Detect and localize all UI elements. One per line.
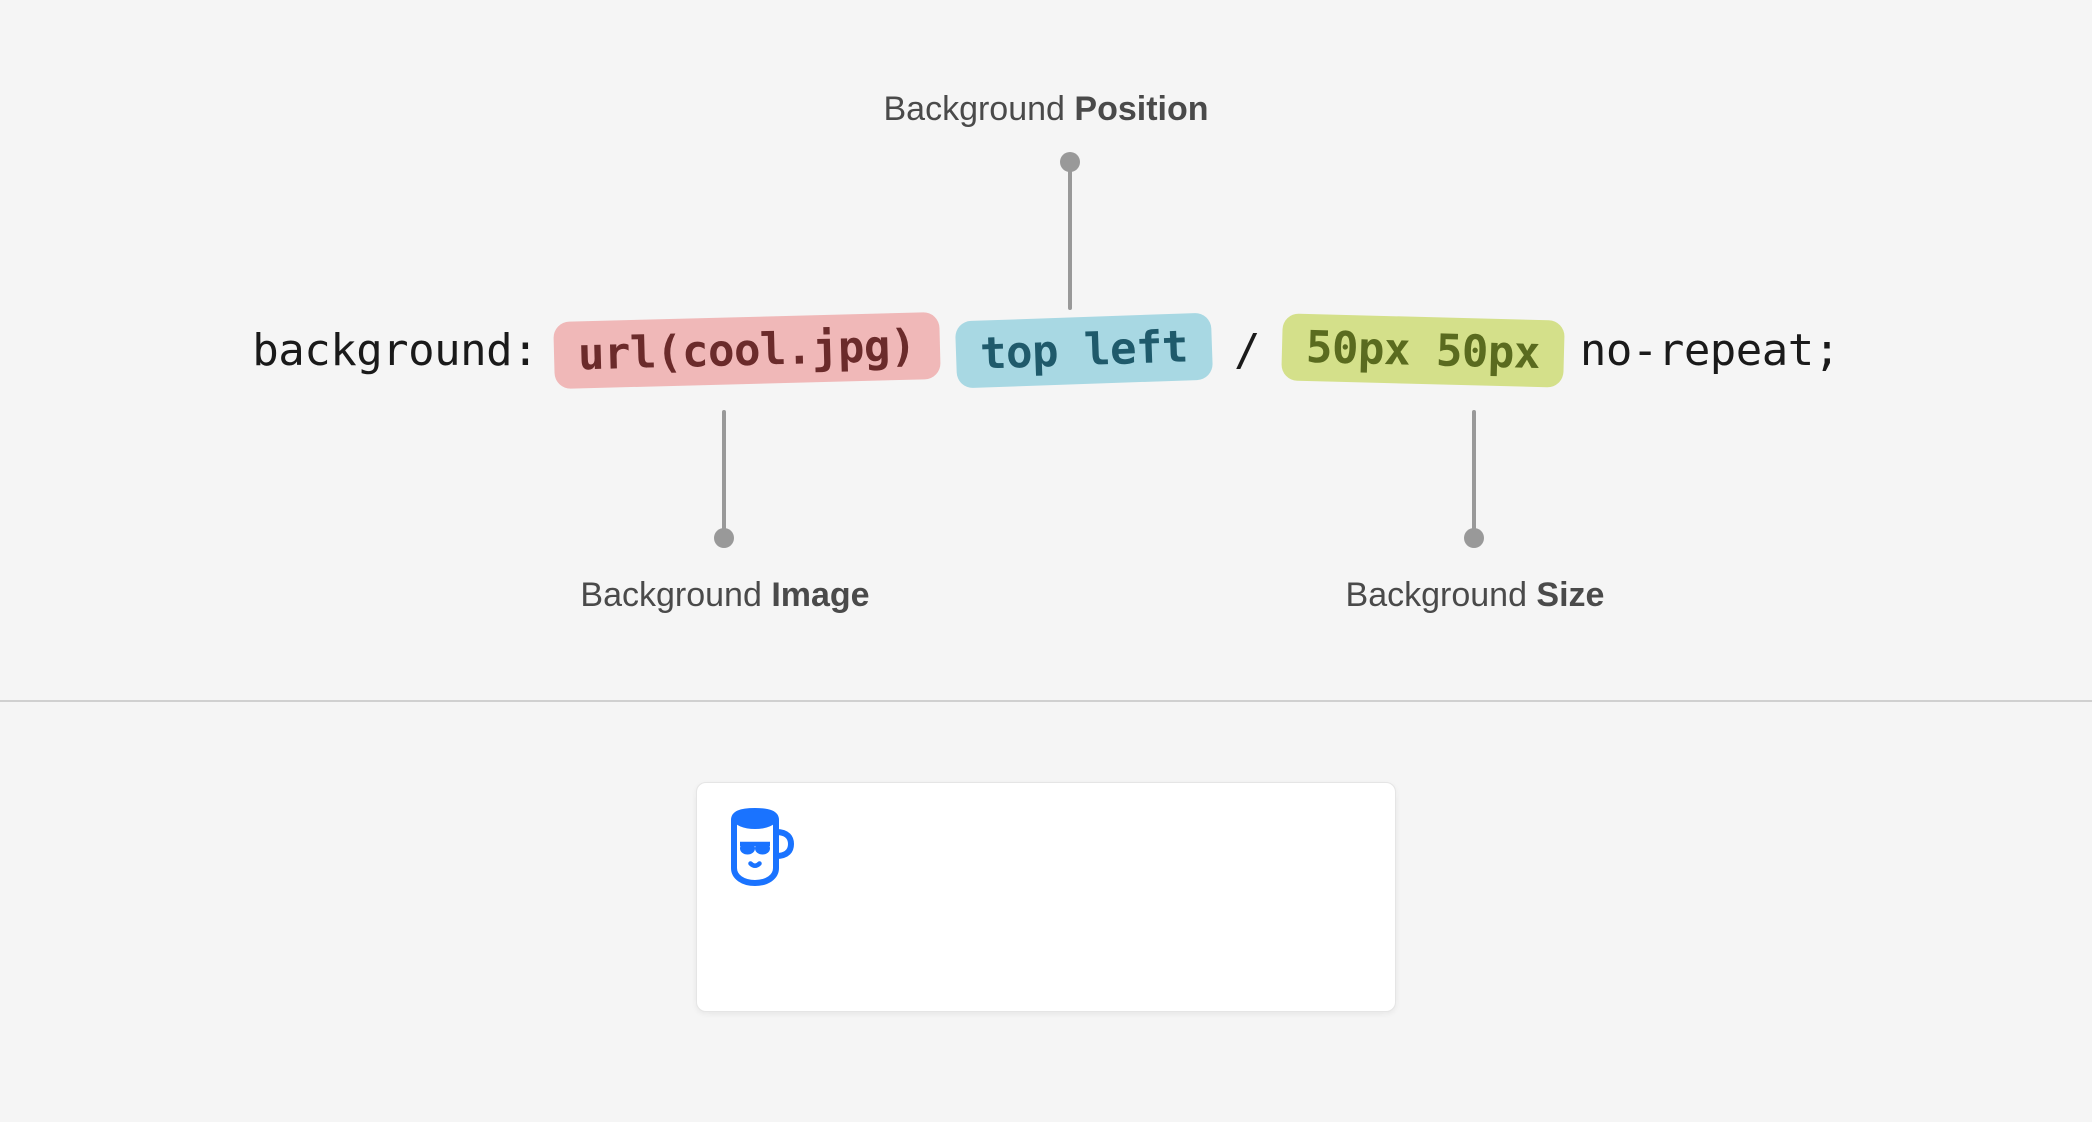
diagram-top-section: Background Position Background Image Bac… bbox=[0, 0, 2092, 700]
css-code-line: background: url(cool.jpg) top left / 50p… bbox=[252, 317, 1840, 384]
cool-mug-icon bbox=[713, 799, 809, 900]
background-preview-box bbox=[696, 782, 1396, 1012]
pill-background-size: 50px 50px bbox=[1281, 313, 1565, 387]
label-bold: Size bbox=[1536, 576, 1604, 614]
label-background-position: Background Position bbox=[883, 90, 1208, 129]
label-text: Background bbox=[883, 90, 1074, 128]
label-bold: Image bbox=[771, 576, 869, 614]
label-text: Background bbox=[580, 576, 771, 614]
code-property: background: bbox=[252, 325, 538, 376]
code-tail: no-repeat; bbox=[1580, 325, 1840, 376]
label-background-size: Background Size bbox=[1346, 576, 1605, 615]
connector-position bbox=[1068, 160, 1072, 310]
label-bold: Position bbox=[1074, 90, 1208, 128]
code-slash-separator: / bbox=[1234, 325, 1260, 376]
label-background-image: Background Image bbox=[580, 576, 869, 615]
label-text: Background bbox=[1346, 576, 1537, 614]
connector-image bbox=[722, 410, 726, 540]
pill-background-image: url(cool.jpg) bbox=[553, 311, 940, 388]
connector-size bbox=[1472, 410, 1476, 540]
diagram-bottom-section bbox=[0, 702, 2092, 1012]
pill-background-position: top left bbox=[955, 312, 1213, 388]
